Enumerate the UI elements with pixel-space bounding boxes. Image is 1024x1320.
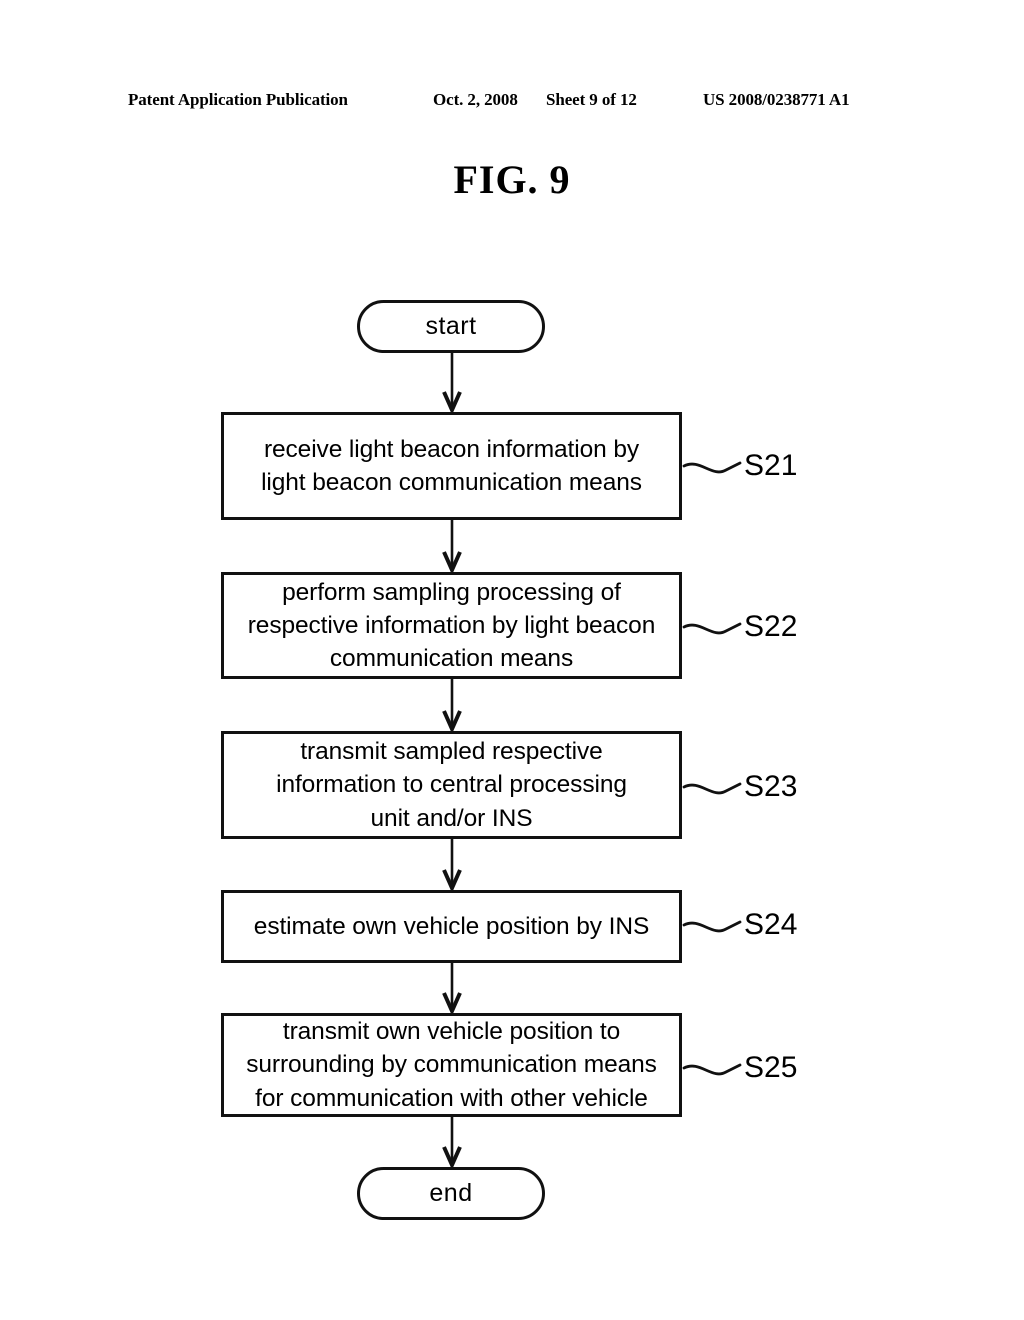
flow-node-start-label: start [425, 312, 477, 340]
flow-node-s23-label: transmit sampled respective information … [276, 738, 627, 832]
flow-node-end-label: end [429, 1179, 473, 1207]
flow-node-s21: receive light beacon information by ligh… [221, 412, 682, 520]
flow-node-s25: transmit own vehicle position to surroun… [221, 1013, 682, 1117]
flow-node-end: end [357, 1167, 545, 1220]
step-reference-s23: S23 [744, 770, 798, 803]
step-reference-s25: S25 [744, 1051, 798, 1084]
flow-node-s22-label: perform sampling processing of respectiv… [247, 578, 656, 673]
flowchart-diagram: start receive light beacon information b… [0, 0, 1024, 1320]
step-reference-s21: S21 [744, 449, 798, 482]
step-reference-s24: S24 [744, 908, 798, 941]
flow-node-s24-label: estimate own vehicle position by INS [253, 912, 650, 940]
flow-node-s21-label: receive light beacon information by ligh… [261, 435, 642, 496]
leader-line-s23 [682, 782, 742, 795]
leader-line-s21 [682, 461, 742, 474]
flow-node-start: start [357, 300, 545, 353]
leader-line-s24 [682, 920, 742, 933]
flow-node-s25-label: transmit own vehicle position to surroun… [246, 1018, 657, 1112]
flow-node-s23: transmit sampled respective information … [221, 731, 682, 839]
flow-node-s22: perform sampling processing of respectiv… [221, 572, 682, 679]
leader-line-s25 [682, 1063, 742, 1076]
leader-line-s22 [682, 622, 742, 635]
step-reference-s22: S22 [744, 610, 798, 643]
flow-node-s24: estimate own vehicle position by INS [221, 890, 682, 963]
